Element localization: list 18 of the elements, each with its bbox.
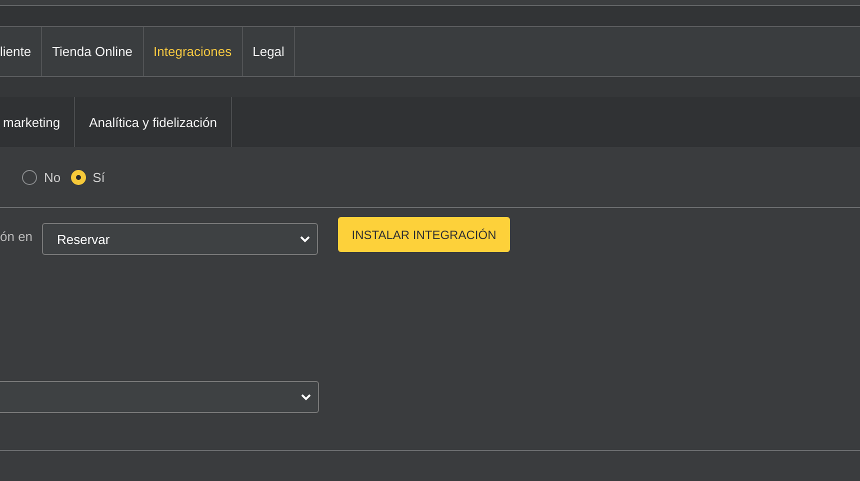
radio-option[interactable]: No (22, 170, 61, 184)
radio-label: Sí (92, 170, 105, 184)
field-label: ón en (0, 229, 34, 244)
chevron-down-icon (300, 393, 312, 401)
subtab[interactable]: Analítica y fidelización (75, 97, 232, 147)
dropdown-select[interactable]: Reservar (42, 223, 318, 255)
radio-option[interactable]: Sí (70, 170, 105, 184)
tab[interactable]: liente (0, 27, 42, 76)
tab[interactable]: Integraciones (144, 27, 243, 76)
radio-button[interactable] (70, 170, 86, 184)
radio-label: No (44, 170, 61, 184)
radio-button[interactable] (22, 170, 37, 184)
chevron-down-icon (299, 235, 311, 243)
tab[interactable]: Legal (242, 27, 296, 76)
dropdown-select[interactable] (0, 381, 319, 413)
install-button[interactable]: INSTALAR INTEGRACIÓN (338, 217, 510, 252)
subtab[interactable]: marketing (0, 97, 76, 147)
tab[interactable]: Tienda Online (42, 27, 144, 76)
